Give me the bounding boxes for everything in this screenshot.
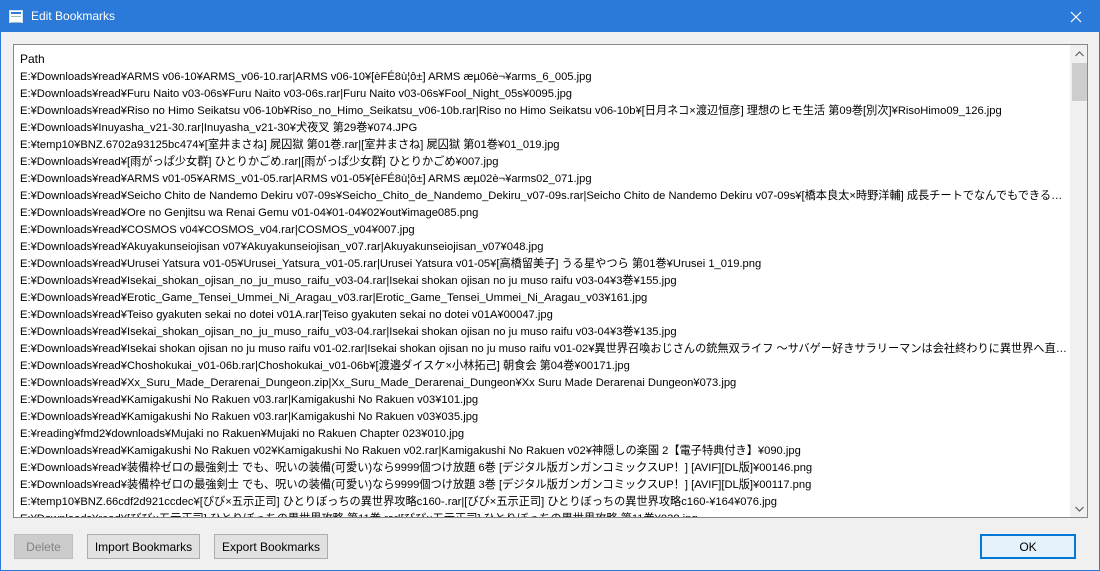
bookmark-row[interactable]: E:¥Downloads¥read¥Kamigakushi No Rakuen … bbox=[20, 443, 1068, 460]
bookmark-row[interactable]: E:¥Downloads¥read¥Akuyakunseiojisan v07¥… bbox=[20, 239, 1068, 256]
bookmark-row[interactable]: E:¥Downloads¥read¥Urusei Yatsura v01-05¥… bbox=[20, 256, 1068, 273]
bookmark-row[interactable]: E:¥Downloads¥read¥Furu Naito v03-06s¥Fur… bbox=[20, 86, 1068, 103]
close-icon bbox=[1070, 11, 1082, 22]
bookmark-row[interactable]: E:¥Downloads¥read¥装備枠ゼロの最強剣士 でも、呪いの装備(可愛… bbox=[20, 460, 1068, 477]
scroll-down-button[interactable] bbox=[1071, 500, 1087, 517]
chevron-down-icon bbox=[1075, 506, 1084, 512]
bookmark-row[interactable]: E:¥Downloads¥read¥Erotic_Game_Tensei_Umm… bbox=[20, 290, 1068, 307]
bookmark-row[interactable]: E:¥Downloads¥read¥COSMOS v04¥COSMOS_v04.… bbox=[20, 222, 1068, 239]
bookmark-row[interactable]: E:¥Downloads¥read¥Choshokukai_v01-06b.ra… bbox=[20, 358, 1068, 375]
scroll-thumb[interactable] bbox=[1072, 63, 1087, 101]
bookmark-rows: E:¥Downloads¥read¥ARMS v06-10¥ARMS_v06-1… bbox=[20, 69, 1068, 517]
scroll-up-button[interactable] bbox=[1071, 45, 1087, 62]
bookmarks-list[interactable]: Path E:¥Downloads¥read¥ARMS v06-10¥ARMS_… bbox=[13, 44, 1088, 518]
bookmark-row[interactable]: E:¥Downloads¥read¥Seicho Chito de Nandem… bbox=[20, 188, 1068, 205]
bookmark-row[interactable]: E:¥Downloads¥read¥Teiso gyakuten sekai n… bbox=[20, 307, 1068, 324]
bookmark-row[interactable]: E:¥Downloads¥read¥Riso no Himo Seikatsu … bbox=[20, 103, 1068, 120]
export-bookmarks-button[interactable]: Export Bookmarks bbox=[214, 534, 328, 559]
bookmark-row[interactable]: E:¥Downloads¥read¥Kamigakushi No Rakuen … bbox=[20, 409, 1068, 426]
bookmark-row[interactable]: E:¥Downloads¥read¥Ore no Genjitsu wa Ren… bbox=[20, 205, 1068, 222]
bookmark-row[interactable]: E:¥Downloads¥read¥ARMS v01-05¥ARMS_v01-0… bbox=[20, 171, 1068, 188]
edit-bookmarks-window: Edit Bookmarks Path E:¥Downloads¥read¥AR… bbox=[0, 0, 1100, 571]
bookmark-row[interactable]: E:¥temp10¥BNZ.6702a93125bc474¥[室井まさね] 屍囚… bbox=[20, 137, 1068, 154]
title-bar: Edit Bookmarks bbox=[1, 1, 1099, 32]
bookmark-row[interactable]: E:¥temp10¥BNZ.66cdf2d921ccdec¥[びび×五示正司] … bbox=[20, 494, 1068, 511]
bookmark-row[interactable]: E:¥Downloads¥read¥ARMS v06-10¥ARMS_v06-1… bbox=[20, 69, 1068, 86]
close-button[interactable] bbox=[1053, 1, 1099, 32]
bookmark-row[interactable]: E:¥Downloads¥read¥Isekai_shokan_ojisan_n… bbox=[20, 324, 1068, 341]
bookmark-row[interactable]: E:¥Downloads¥read¥Kamigakushi No Rakuen … bbox=[20, 392, 1068, 409]
import-bookmarks-button[interactable]: Import Bookmarks bbox=[87, 534, 200, 559]
bookmark-row[interactable]: E:¥Downloads¥read¥Isekai_shokan_ojisan_n… bbox=[20, 273, 1068, 290]
ok-button[interactable]: OK bbox=[980, 534, 1076, 559]
bookmarks-app-icon bbox=[9, 10, 23, 23]
bookmark-row[interactable]: E:¥Downloads¥read¥Isekai shokan ojisan n… bbox=[20, 341, 1068, 358]
vertical-scrollbar[interactable] bbox=[1070, 45, 1087, 517]
bookmark-row[interactable]: E:¥Downloads¥read¥[びび×五示正司] ひとりぼっちの異世界攻略… bbox=[20, 511, 1068, 517]
column-header-path[interactable]: Path bbox=[20, 51, 45, 67]
bookmark-row[interactable]: E:¥Downloads¥Inuyasha_v21-30.rar|Inuyash… bbox=[20, 120, 1068, 137]
delete-button[interactable]: Delete bbox=[14, 534, 73, 559]
bookmark-row[interactable]: E:¥Downloads¥read¥Xx_Suru_Made_Derarenai… bbox=[20, 375, 1068, 392]
window-title: Edit Bookmarks bbox=[31, 9, 116, 23]
bookmark-row[interactable]: E:¥Downloads¥read¥装備枠ゼロの最強剣士 でも、呪いの装備(可愛… bbox=[20, 477, 1068, 494]
bookmark-row[interactable]: E:¥reading¥fmd2¥downloads¥Mujaki no Raku… bbox=[20, 426, 1068, 443]
bookmark-row[interactable]: E:¥Downloads¥read¥[雨がっぱ少女群] ひとりかごめ.rar|[… bbox=[20, 154, 1068, 171]
chevron-up-icon bbox=[1075, 50, 1084, 56]
